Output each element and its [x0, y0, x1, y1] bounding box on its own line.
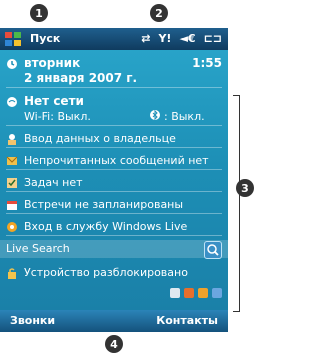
start-title[interactable]: Пуск	[30, 32, 60, 45]
owner-row[interactable]: Ввод данных о владельце	[0, 130, 228, 148]
sync-icon[interactable]: ⇄	[141, 32, 150, 45]
envelope-icon	[6, 156, 18, 165]
live-search-label: Live Search	[6, 242, 70, 255]
top-bar: Пуск ⇄ Y! ◄€ ⊏⊐	[0, 28, 228, 50]
soft-key-bar: Звонки Контакты	[0, 310, 228, 332]
day-text: вторник	[24, 56, 81, 70]
notification-icons	[170, 288, 222, 298]
signal-icon[interactable]: Y!	[158, 32, 171, 45]
lock-icon	[8, 268, 16, 279]
callout-1: 1	[30, 4, 48, 22]
lock-row[interactable]: Устройство разблокировано	[0, 264, 228, 282]
meetings-text: Встречи не запланированы	[24, 198, 184, 211]
mail-notification-icon[interactable]	[170, 288, 180, 298]
separator	[6, 87, 222, 88]
callout-2: 2	[150, 4, 168, 22]
windows-flag-icon[interactable]	[4, 31, 22, 47]
network-row[interactable]: Нет сети Wi-Fi: Выкл. : Выкл.	[0, 92, 228, 126]
messages-row[interactable]: Непрочитанных сообщений нет	[0, 152, 228, 170]
device-screen: Пуск ⇄ Y! ◄€ ⊏⊐ вторник 2 января 2007 г.…	[0, 28, 228, 332]
live-search-bar[interactable]: Live Search	[0, 240, 228, 259]
callout-3-bracket	[233, 95, 240, 312]
messages-text: Непрочитанных сообщений нет	[24, 154, 209, 167]
network-title: Нет сети	[24, 94, 84, 108]
separator	[6, 235, 222, 236]
tasks-icon	[7, 178, 17, 188]
right-softkey[interactable]: Контакты	[156, 314, 218, 327]
separator	[6, 191, 222, 192]
callout-4: 4	[105, 335, 123, 353]
separator	[6, 147, 222, 148]
clock-icon	[7, 59, 17, 69]
status-icons: ⇄ Y! ◄€ ⊏⊐	[141, 32, 222, 45]
date-row: вторник 2 января 2007 г. 1:55	[0, 54, 228, 88]
meetings-row[interactable]: Встречи не запланированы	[0, 196, 228, 214]
separator	[6, 125, 222, 126]
clock-text: 1:55	[192, 56, 222, 70]
windows-live-text: Вход в службу Windows Live	[24, 220, 188, 233]
tasks-row[interactable]: Задач нет	[0, 174, 228, 192]
tasks-text: Задач нет	[24, 176, 83, 189]
bluetooth-icon	[150, 110, 160, 120]
separator	[6, 169, 222, 170]
lock-text: Устройство разблокировано	[24, 266, 188, 279]
separator	[6, 213, 222, 214]
calendar-icon	[7, 201, 17, 210]
date-text: 2 января 2007 г.	[24, 71, 138, 85]
power-icon[interactable]: ⊏⊐	[204, 32, 222, 45]
search-button[interactable]	[204, 241, 222, 259]
app-notification-icon[interactable]	[198, 288, 208, 298]
windows-live-icon	[7, 222, 17, 232]
connection-notification-icon[interactable]	[212, 288, 222, 298]
left-softkey[interactable]: Звонки	[10, 314, 55, 327]
calendar-notification-icon[interactable]	[184, 288, 194, 298]
wifi-status: Wi-Fi: Выкл.	[24, 110, 91, 123]
windows-live-row[interactable]: Вход в службу Windows Live	[0, 218, 228, 236]
search-icon	[207, 244, 219, 256]
owner-icon	[8, 134, 16, 145]
owner-text: Ввод данных о владельце	[24, 132, 176, 145]
wireless-icon	[7, 97, 17, 107]
volume-icon[interactable]: ◄€	[179, 32, 195, 45]
bluetooth-status: : Выкл.	[164, 110, 205, 123]
